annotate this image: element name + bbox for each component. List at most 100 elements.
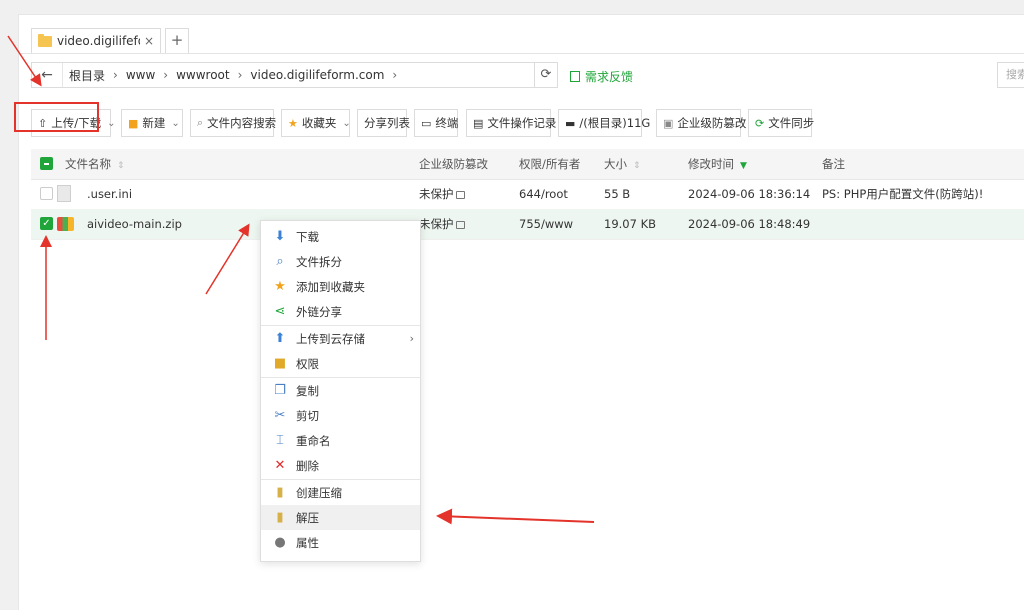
tamper-status[interactable]: 未保护 [419, 179, 465, 209]
menu-item-cut[interactable]: ✂ 剪切 [261, 403, 420, 428]
delete-x-icon: ✕ [274, 458, 286, 473]
log-icon: ▤ [473, 116, 484, 130]
file-mtime: 2024-09-06 18:36:14 [688, 187, 811, 201]
add-tab-button[interactable]: + [165, 28, 189, 53]
column-permission: 权限/所有者 [519, 157, 581, 171]
column-mtime[interactable]: 修改时间 ▼ [688, 149, 747, 179]
menu-item-split[interactable]: ⌕ 文件拆分 [261, 249, 420, 274]
column-size[interactable]: 大小 ⇕ [604, 149, 641, 179]
copy-icon: ❐ [274, 383, 286, 398]
tamper-status-label: 未保护 [419, 187, 454, 201]
file-sync-label: 文件同步 [768, 116, 815, 130]
new-label: 新建 [142, 116, 166, 130]
menu-label: 添加到收藏夹 [296, 279, 365, 294]
chevron-right-icon: › [409, 332, 414, 345]
table-row[interactable]: ✓ aivideo-main.zip 未保护 755/www 19.07 KB … [31, 209, 1024, 240]
info-icon: ● [274, 535, 286, 550]
sync-icon: ⟳ [755, 116, 765, 130]
file-size: 55 B [604, 187, 631, 201]
content-search-button[interactable]: ⌕ 文件内容搜索 [190, 109, 277, 137]
file-mtime: 2024-09-06 18:48:49 [688, 217, 811, 231]
menu-item-compress[interactable]: ▮ 创建压缩 [261, 480, 420, 505]
back-arrow-icon[interactable]: ← [32, 63, 63, 87]
file-name[interactable]: aivideo-main.zip [87, 209, 182, 239]
file-log-label: 文件操作记录 [487, 116, 557, 130]
menu-label: 创建压缩 [296, 485, 342, 500]
terminal-label: 终端 [435, 116, 459, 130]
file-permission[interactable]: 644/root [519, 179, 568, 209]
search-icon: ⌕ [197, 116, 204, 129]
document-icon [57, 185, 71, 202]
menu-item-favorite[interactable]: ★ 添加到收藏夹 [261, 274, 420, 299]
feedback-link[interactable]: 需求反馈 [570, 68, 633, 85]
refresh-button[interactable]: ⟳ [534, 62, 558, 88]
shield-icon: ▣ [663, 116, 674, 130]
menu-label: 属性 [296, 535, 319, 550]
tab-video-digilifeform[interactable]: video.digilifefor... × [31, 28, 161, 53]
close-icon[interactable]: × [144, 34, 154, 48]
row-checkbox[interactable] [40, 187, 53, 200]
file-permission[interactable]: 755/www [519, 209, 573, 239]
menu-label: 删除 [296, 458, 319, 473]
menu-item-cloud-upload[interactable]: ⬆ 上传到云存储 › [261, 326, 420, 351]
menu-label: 剪切 [296, 408, 319, 423]
chevron-down-icon: ⌄ [342, 117, 351, 129]
column-mtime-label: 修改时间 [688, 157, 734, 171]
edit-icon [570, 71, 580, 82]
menu-item-rename[interactable]: ⌶ 重命名 [261, 428, 420, 453]
table-row[interactable]: .user.ini 未保护 644/root 55 B 2024-09-06 1… [31, 179, 1024, 210]
download-arrow-icon: ⬇ [274, 229, 286, 244]
terminal-button[interactable]: ▭ 终端 [414, 109, 458, 137]
column-name-label: 文件名称 [65, 157, 111, 171]
scissors-icon: ✂ [274, 408, 286, 423]
table-header: 文件名称 ⇕ 企业级防篡改 权限/所有者 大小 ⇕ 修改时间 ▼ 备注 [31, 149, 1024, 180]
crumb-www[interactable]: www [126, 68, 155, 82]
search-input[interactable]: 搜索 [997, 62, 1024, 88]
select-all-checkbox[interactable] [40, 157, 53, 170]
menu-item-extract[interactable]: ▮ 解压 [261, 505, 420, 530]
chevron-down-icon: ⌄ [171, 117, 180, 129]
new-folder-icon: ■ [128, 116, 139, 130]
file-manager-panel: video.digilifefor... × + ← 根目录 › www › w… [18, 14, 1024, 610]
file-log-button[interactable]: ▤ 文件操作记录 [466, 109, 556, 137]
favorites-button[interactable]: ★ 收藏夹 ⌄ [281, 109, 351, 137]
share-list-button[interactable]: 分享列表 [357, 109, 410, 137]
disk-button[interactable]: ▬ /(根目录)11G [558, 109, 650, 137]
share-icon: ⋖ [274, 304, 286, 319]
content-search-label: 文件内容搜索 [207, 116, 277, 130]
toolbar: ⇧ 上传/下载 ⌄ ■ 新建 ⌄ ⌕ 文件内容搜索 ★ 收藏夹 ⌄ 分享列表 ▭… [19, 109, 1024, 139]
menu-label: 下载 [296, 229, 319, 244]
share-list-label: 分享列表 [364, 116, 410, 130]
lock-icon [455, 221, 465, 229]
menu-item-copy[interactable]: ❐ 复制 [261, 378, 420, 403]
menu-label: 文件拆分 [296, 254, 342, 269]
zip-archive-icon [57, 217, 74, 231]
menu-item-download[interactable]: ⬇ 下载 [261, 224, 420, 249]
crumb-wwwroot[interactable]: wwwroot [176, 68, 230, 82]
row-checkbox-checked[interactable]: ✓ [40, 217, 53, 230]
chevron-right-icon: › [163, 68, 169, 82]
menu-label: 权限 [296, 356, 319, 371]
path-bar: ← 根目录 › www › wwwroot › video.digilifefo… [19, 53, 1024, 99]
chevron-right-icon: › [237, 68, 243, 82]
crumb-site[interactable]: video.digilifeform.com [250, 68, 384, 82]
tamper-proof-button[interactable]: ▣ 企业级防篡改 [656, 109, 746, 137]
sort-icon: ⇕ [633, 161, 641, 171]
column-tamper: 企业级防篡改 [419, 157, 488, 171]
menu-label: 重命名 [296, 433, 331, 448]
sort-desc-icon: ▼ [740, 161, 747, 171]
tamper-status-label: 未保护 [419, 217, 454, 231]
menu-item-permission[interactable]: ■ 权限 [261, 351, 420, 376]
column-name[interactable]: 文件名称 ⇕ [65, 149, 125, 179]
tamper-status[interactable]: 未保护 [419, 209, 465, 239]
menu-item-delete[interactable]: ✕ 删除 [261, 453, 420, 478]
breadcrumb[interactable]: ← 根目录 › www › wwwroot › video.digilifefo… [31, 62, 558, 88]
crumb-root[interactable]: 根目录 [69, 67, 105, 84]
menu-item-share[interactable]: ⋖ 外链分享 [261, 299, 420, 324]
file-sync-button[interactable]: ⟳ 文件同步 [748, 109, 815, 137]
menu-item-properties[interactable]: ● 属性 [261, 530, 420, 555]
file-name[interactable]: .user.ini [87, 179, 132, 209]
new-button[interactable]: ■ 新建 ⌄ [121, 109, 183, 137]
annotation-highlight-box [14, 102, 99, 132]
chevron-down-icon: ⌄ [107, 117, 116, 129]
